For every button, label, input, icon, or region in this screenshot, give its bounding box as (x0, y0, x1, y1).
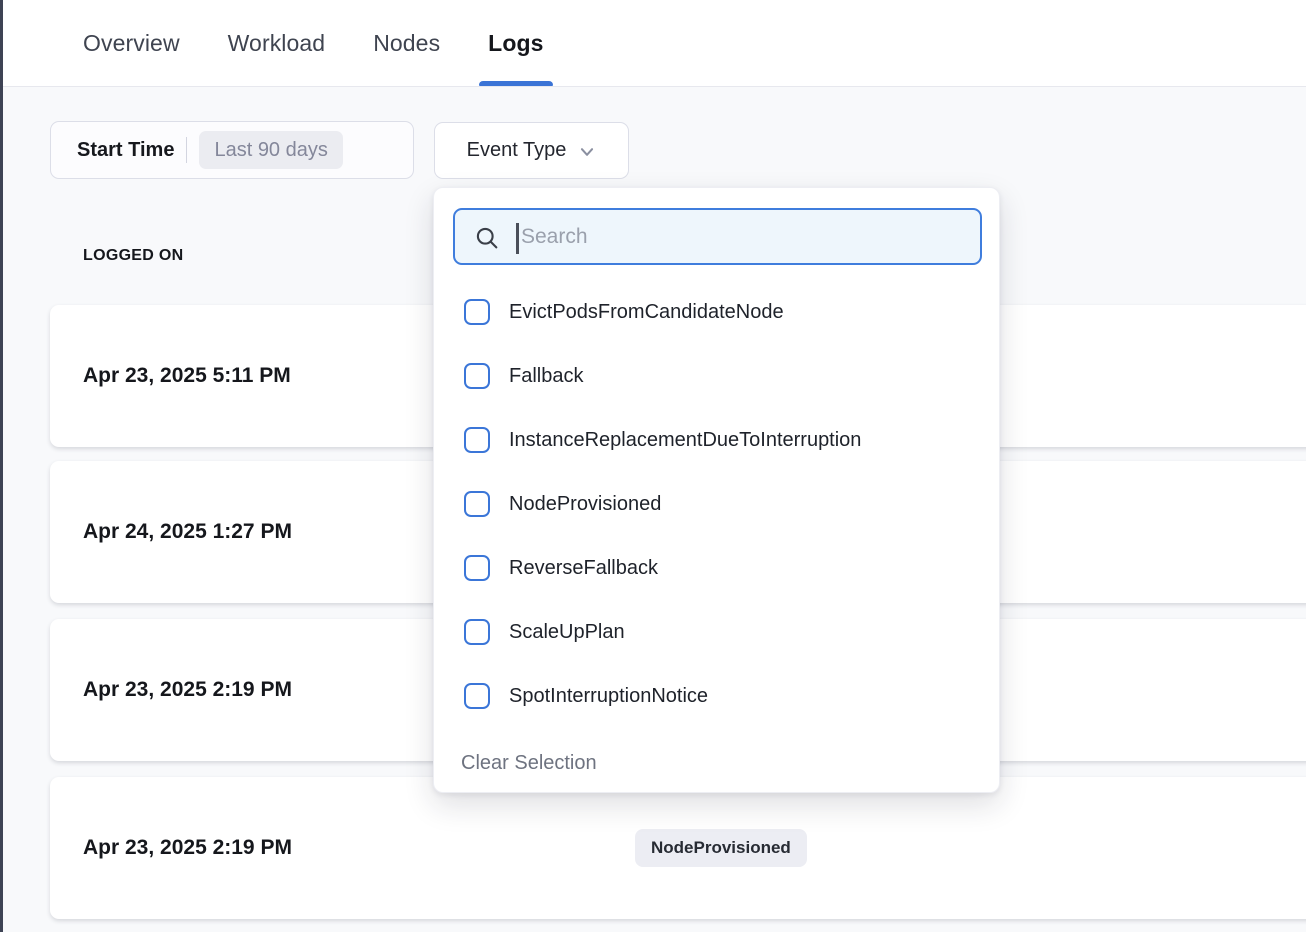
column-header-logged-on: LOGGED ON (83, 247, 183, 265)
option-instance-replacement-due-to-interruption[interactable]: InstanceReplacementDueToInterruption (434, 408, 999, 472)
search-field[interactable] (453, 208, 982, 265)
option-label: ReverseFallback (509, 557, 658, 580)
checkbox-unchecked-icon[interactable] (464, 683, 490, 709)
logged-on-value: Apr 23, 2025 5:11 PM (83, 364, 291, 388)
tab-logs[interactable]: Logs (488, 0, 543, 86)
log-row[interactable]: Apr 23, 2025 2:19 PM NodeProvisioned (50, 777, 1306, 919)
option-node-provisioned[interactable]: NodeProvisioned (434, 472, 999, 536)
logged-on-value: Apr 24, 2025 1:27 PM (83, 520, 292, 544)
checkbox-unchecked-icon[interactable] (464, 427, 490, 453)
option-fallback[interactable]: Fallback (434, 344, 999, 408)
checkbox-unchecked-icon[interactable] (464, 363, 490, 389)
event-type-dropdown: EvictPodsFromCandidateNode Fallback Inst… (433, 187, 1000, 793)
option-label: Fallback (509, 365, 583, 388)
event-type-filter-button[interactable]: Event Type (434, 122, 629, 179)
clear-selection-button[interactable]: Clear Selection (461, 744, 597, 783)
option-reverse-fallback[interactable]: ReverseFallback (434, 536, 999, 600)
logs-page: Overview Workload Nodes Logs Start Time … (0, 0, 1306, 932)
tab-nodes[interactable]: Nodes (373, 0, 440, 86)
option-label: EvictPodsFromCandidateNode (509, 301, 784, 324)
option-spot-interruption-notice[interactable]: SpotInterruptionNotice (434, 664, 999, 728)
start-time-value[interactable]: Last 90 days (199, 131, 342, 169)
option-label: ScaleUpPlan (509, 621, 625, 644)
search-input[interactable] (455, 210, 980, 263)
option-evict-pods-from-candidate-node[interactable]: EvictPodsFromCandidateNode (434, 280, 999, 344)
event-type-label: Event Type (467, 139, 567, 162)
event-type-badge: NodeProvisioned (635, 829, 807, 867)
tab-bar: Overview Workload Nodes Logs (3, 0, 1306, 87)
window-left-edge (0, 0, 3, 932)
chevron-down-icon (578, 143, 596, 161)
event-type-options: EvictPodsFromCandidateNode Fallback Inst… (434, 265, 999, 728)
search-icon (473, 224, 501, 257)
logged-on-value: Apr 23, 2025 2:19 PM (83, 678, 292, 702)
text-caret (516, 223, 519, 254)
start-time-label: Start Time (77, 139, 174, 162)
checkbox-unchecked-icon[interactable] (464, 299, 490, 325)
logged-on-value: Apr 23, 2025 2:19 PM (83, 836, 292, 860)
tab-overview[interactable]: Overview (83, 0, 180, 86)
checkbox-unchecked-icon[interactable] (464, 555, 490, 581)
tab-workload[interactable]: Workload (228, 0, 326, 86)
option-scale-up-plan[interactable]: ScaleUpPlan (434, 600, 999, 664)
option-label: NodeProvisioned (509, 493, 661, 516)
option-label: SpotInterruptionNotice (509, 685, 708, 708)
divider (186, 137, 187, 163)
start-time-filter[interactable]: Start Time Last 90 days (50, 121, 414, 179)
option-label: InstanceReplacementDueToInterruption (509, 429, 861, 452)
checkbox-unchecked-icon[interactable] (464, 619, 490, 645)
checkbox-unchecked-icon[interactable] (464, 491, 490, 517)
